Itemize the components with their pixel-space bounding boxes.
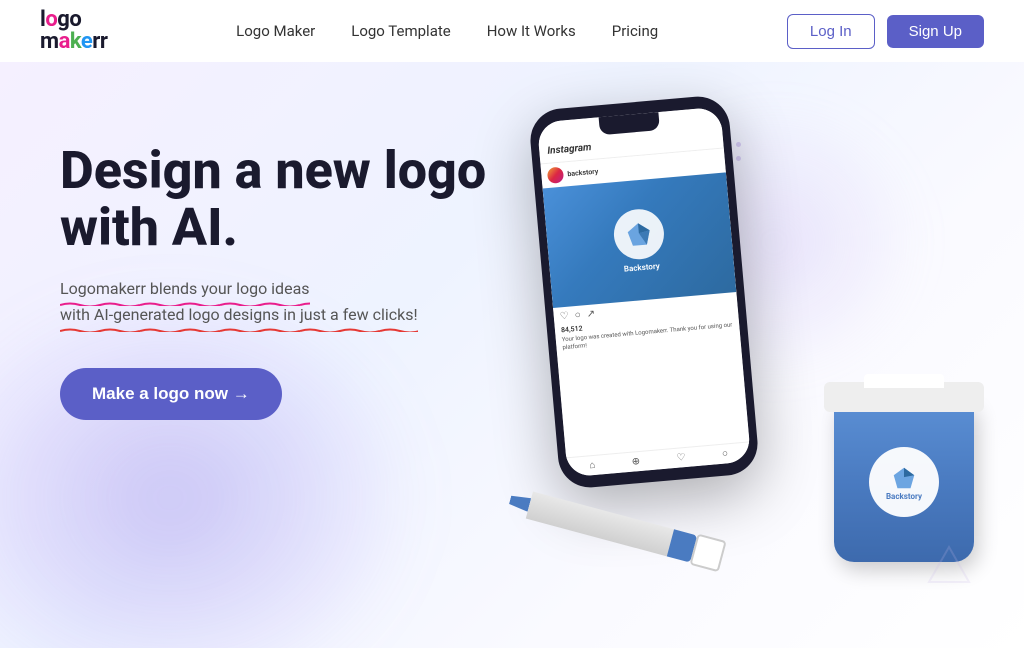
search-nav-icon: ⊕ (631, 456, 640, 468)
profile-nav-icon: ○ (722, 448, 729, 459)
home-nav-icon: ⌂ (589, 460, 596, 471)
marker-cap (689, 534, 726, 573)
phone-screen: Instagram backstory (537, 107, 751, 478)
post-image: Backstory (543, 172, 737, 308)
instagram-logo: Instagram (547, 142, 592, 157)
like-icon: ♡ (559, 311, 569, 323)
main-nav: Logo Maker Logo Template How It Works Pr… (236, 22, 658, 40)
nav-pricing[interactable]: Pricing (612, 22, 658, 40)
hero-content: Design a new logo with AI. Logomakerr bl… (60, 142, 486, 420)
phone-mockup: Instagram backstory (544, 102, 744, 482)
header: logo makerr Logo Maker Logo Template How… (0, 0, 1024, 62)
comment-icon: ○ (574, 310, 581, 321)
hero-subtitle: Logomakerr blends your logo ideas with A… (60, 276, 486, 327)
share-icon: ↗ (586, 308, 595, 320)
cup-lid-top (864, 374, 944, 388)
triangle-icon (924, 542, 974, 592)
cta-button[interactable]: Make a logo now → (60, 368, 282, 420)
post-logo (612, 207, 666, 261)
signup-button[interactable]: Sign Up (887, 15, 984, 48)
nav-how-it-works[interactable]: How It Works (487, 22, 576, 40)
login-button[interactable]: Log In (787, 14, 875, 49)
marker-main-body (526, 491, 674, 556)
hero-section: Design a new logo with AI. Logomakerr bl… (0, 62, 1024, 648)
marker-tip (508, 493, 531, 512)
subtitle-line2: with AI-generated logo designs in just a… (60, 302, 418, 328)
nav-logo-maker[interactable]: Logo Maker (236, 22, 315, 40)
heart-nav-icon: ♡ (676, 452, 686, 464)
post-avatar (547, 167, 564, 184)
nav-logo-template[interactable]: Logo Template (351, 22, 450, 40)
cup-brand-name: Backstory (886, 492, 922, 501)
cup-brand-logo (890, 464, 918, 492)
cup-logo-area: Backstory (869, 447, 939, 517)
logo[interactable]: logo makerr (40, 9, 107, 53)
post-brand-name: Backstory (624, 261, 661, 273)
triangle-decoration (924, 542, 974, 592)
header-actions: Log In Sign Up (787, 14, 984, 49)
post-username: backstory (567, 168, 599, 179)
phone-post: backstory Backstory (540, 148, 749, 457)
hero-visuals: Instagram backstory (484, 82, 1004, 642)
subtitle-line1: Logomakerr blends your logo ideas (60, 276, 310, 302)
hero-title: Design a new logo with AI. (60, 142, 486, 256)
cup-shape: Backstory (834, 402, 974, 562)
marker-body (506, 484, 727, 572)
marker-pen-decoration (501, 484, 726, 589)
backstory-logo-icon (623, 217, 656, 250)
